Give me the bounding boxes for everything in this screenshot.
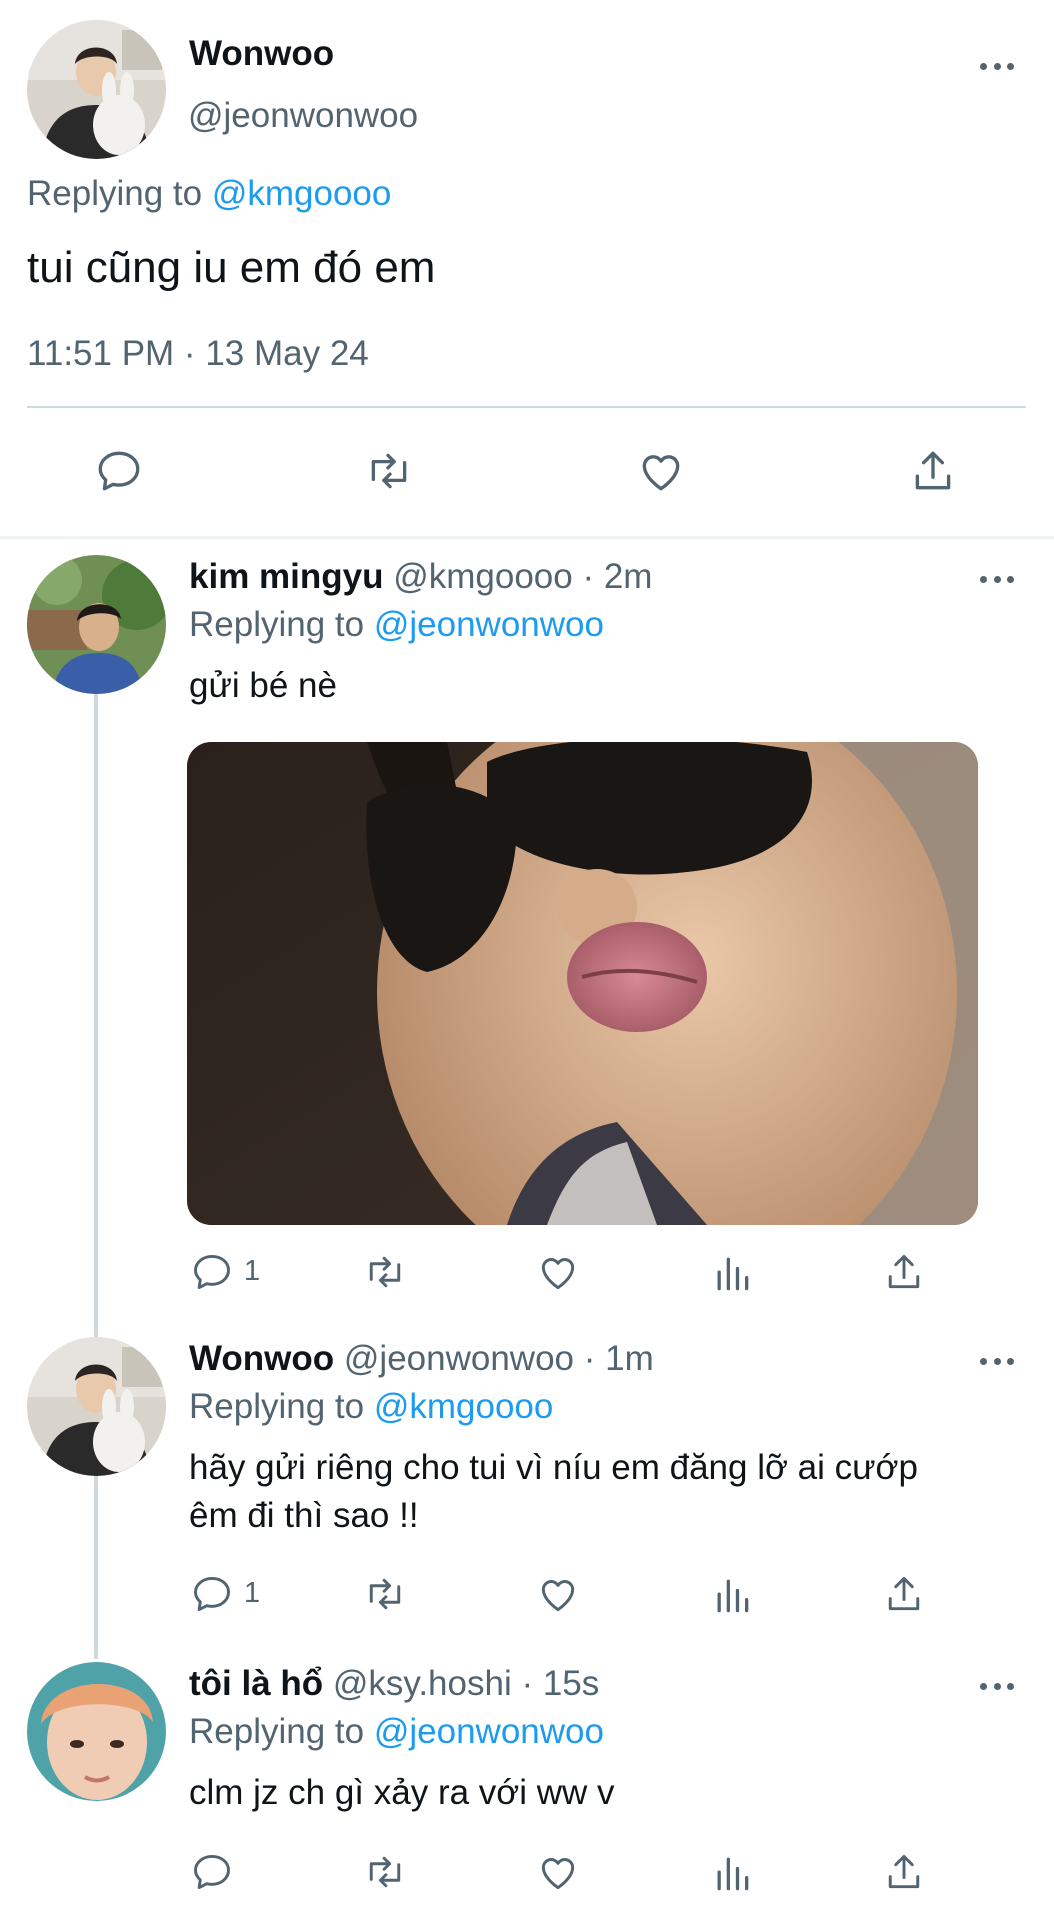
tweet-timestamp[interactable]: 11:51 PM · 13 May 24 bbox=[27, 334, 369, 374]
replying-line: Replying to @jeonwonwoo bbox=[189, 1712, 604, 1752]
author-name[interactable]: tôi là hổ bbox=[189, 1664, 323, 1703]
reply-header: tôi là hổ @ksy.hoshi · 15s bbox=[189, 1664, 599, 1704]
reply-count: 1 bbox=[244, 1577, 261, 1609]
retweet-icon[interactable] bbox=[364, 446, 414, 496]
replying-handle-link[interactable]: @jeonwonwoo bbox=[374, 1712, 604, 1751]
reply-header: kim mingyu @kmgoooo · 2m bbox=[189, 557, 652, 597]
like-icon[interactable] bbox=[536, 1250, 580, 1294]
reply-text: clm jz ch gì xảy ra với ww v bbox=[189, 1773, 615, 1812]
more-icon[interactable] bbox=[980, 61, 1014, 71]
tweet-text: tui cũng iu em đó em bbox=[27, 243, 436, 292]
views-icon[interactable] bbox=[710, 1574, 754, 1618]
replying-handle-link[interactable]: @kmgoooo bbox=[374, 1387, 554, 1426]
replying-label: Replying to bbox=[189, 1712, 365, 1751]
share-icon[interactable] bbox=[882, 1572, 926, 1616]
divider bbox=[27, 406, 1026, 408]
author-name[interactable]: kim mingyu bbox=[189, 557, 383, 596]
retweet-icon[interactable] bbox=[363, 1572, 407, 1616]
replying-handle-link[interactable]: @jeonwonwoo bbox=[374, 605, 604, 644]
replying-line: Replying to @kmgoooo bbox=[189, 1387, 553, 1427]
author-handle[interactable]: @jeonwonwoo bbox=[188, 96, 418, 136]
replying-label: Replying to bbox=[189, 605, 365, 644]
views-icon[interactable] bbox=[710, 1252, 754, 1296]
avatar[interactable] bbox=[27, 555, 166, 694]
author-meta[interactable]: @kmgoooo · 2m bbox=[393, 557, 652, 596]
avatar[interactable] bbox=[27, 1337, 166, 1476]
reply-icon[interactable] bbox=[190, 1250, 234, 1294]
author-meta[interactable]: @jeonwonwoo · 1m bbox=[344, 1339, 654, 1378]
author-meta[interactable]: @ksy.hoshi · 15s bbox=[333, 1664, 599, 1703]
author-name[interactable]: Wonwoo bbox=[189, 1339, 334, 1378]
share-icon[interactable] bbox=[908, 446, 958, 496]
reply-header: Wonwoo @jeonwonwoo · 1m bbox=[189, 1339, 654, 1379]
more-icon[interactable] bbox=[980, 1356, 1014, 1366]
more-icon[interactable] bbox=[980, 1681, 1014, 1691]
share-icon[interactable] bbox=[882, 1250, 926, 1294]
thread-line bbox=[94, 694, 98, 1659]
reply-icon[interactable] bbox=[94, 446, 144, 496]
retweet-icon[interactable] bbox=[363, 1250, 407, 1294]
reply-text-line-1: hãy gửi riêng cho tui vì níu em đăng lỡ … bbox=[189, 1448, 918, 1487]
like-icon[interactable] bbox=[536, 1850, 580, 1894]
section-divider bbox=[0, 536, 1054, 539]
like-icon[interactable] bbox=[536, 1572, 580, 1616]
replying-label: Replying to bbox=[27, 174, 203, 213]
attached-photo[interactable] bbox=[187, 742, 978, 1225]
author-name[interactable]: Wonwoo bbox=[189, 34, 334, 74]
replying-line: Replying to @jeonwonwoo bbox=[189, 605, 604, 645]
reply-text-line-2: êm đi thì sao !! bbox=[189, 1496, 419, 1535]
avatar[interactable] bbox=[27, 20, 166, 159]
views-icon[interactable] bbox=[710, 1852, 754, 1896]
reply-count: 1 bbox=[244, 1255, 261, 1287]
reply-text: gửi bé nè bbox=[189, 666, 337, 705]
retweet-icon[interactable] bbox=[363, 1850, 407, 1894]
reply-icon[interactable] bbox=[190, 1850, 234, 1894]
replying-line: Replying to @kmgoooo bbox=[27, 174, 391, 214]
share-icon[interactable] bbox=[882, 1850, 926, 1894]
replying-label: Replying to bbox=[189, 1387, 365, 1426]
reply-icon[interactable] bbox=[190, 1572, 234, 1616]
like-icon[interactable] bbox=[636, 446, 686, 496]
more-icon[interactable] bbox=[980, 574, 1014, 584]
replying-handle-link[interactable]: @kmgoooo bbox=[212, 174, 392, 213]
avatar[interactable] bbox=[27, 1662, 166, 1801]
